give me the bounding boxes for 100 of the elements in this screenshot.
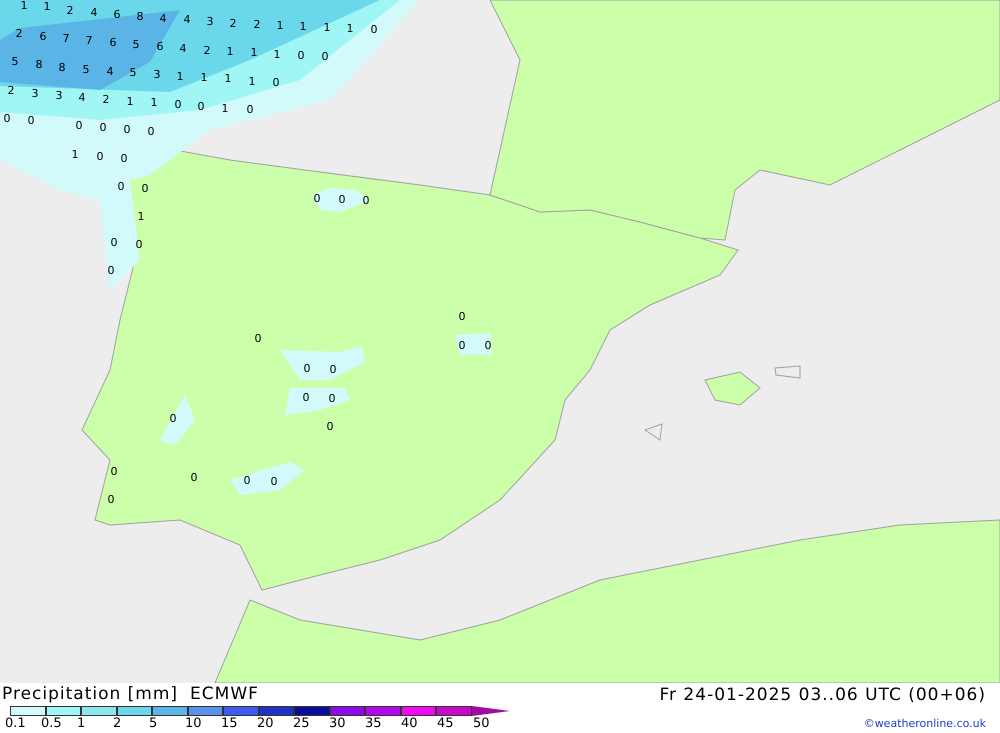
precipitation-value: 4 [180, 42, 186, 55]
precipitation-value: 8 [58, 61, 66, 74]
precipitation-value: 0 [326, 420, 334, 433]
legend-tick-label: 25 [293, 716, 311, 731]
precipitation-value: 0 [246, 103, 254, 116]
precipitation-value: 0 [142, 182, 148, 195]
precipitation-value: 5 [132, 38, 140, 51]
precipitation-value: 0 [110, 236, 118, 249]
precipitation-value: 1 [44, 0, 50, 13]
precipitation-value: 2 [230, 17, 236, 30]
precipitation-value: 0 [174, 98, 182, 111]
precipitation-value: 1 [138, 210, 144, 223]
precipitation-value: 0 [338, 193, 346, 206]
precipitation-value: 1 [224, 72, 232, 85]
precipitation-value: 0 [100, 121, 106, 134]
precipitation-value: 0 [458, 310, 466, 323]
precipitation-value: 2 [254, 18, 260, 31]
precipitation-value: 0 [136, 238, 142, 251]
legend-arrow-icon [472, 706, 510, 716]
precipitation-value: 1 [222, 102, 228, 115]
precipitation-value: 0 [108, 264, 114, 277]
precipitation-area [455, 333, 492, 355]
precipitation-value: 1 [248, 75, 256, 88]
precipitation-value: 3 [154, 68, 160, 81]
precipitation-value: 0 [4, 112, 10, 125]
precipitation-value: 2 [66, 4, 74, 17]
precipitation-value: 1 [324, 21, 330, 34]
precipitation-value: 2 [16, 27, 22, 40]
precipitation-value: 0 [314, 192, 320, 205]
legend-tick-label: 1 [77, 716, 86, 731]
island-shape [774, 365, 800, 379]
precipitation-value: 1 [226, 45, 234, 58]
precipitation-value: 0 [148, 125, 154, 138]
precipitation-value: 0 [124, 123, 130, 136]
precipitation-area [285, 388, 350, 415]
precipitation-value: 0 [198, 100, 204, 113]
precipitation-value: 1 [150, 96, 158, 109]
precipitation-value: 1 [276, 19, 284, 32]
precipitation-value: 0 [108, 493, 114, 506]
legend-tick-label: 20 [257, 716, 275, 731]
precipitation-value: 6 [156, 40, 164, 53]
legend-tick-label: 0.1 [5, 716, 27, 731]
legend-tick-label: 5 [149, 716, 158, 731]
precipitation-value: 4 [106, 65, 114, 78]
precipitation-value: 0 [118, 180, 124, 193]
precipitation-value: 7 [62, 32, 70, 45]
island-shape [644, 423, 663, 441]
precipitation-value: 3 [32, 87, 38, 100]
precipitation-area [312, 188, 370, 212]
precipitation-value: 8 [136, 10, 144, 23]
island-shape [704, 371, 761, 406]
precipitation-value: 0 [110, 465, 118, 478]
precipitation-value: 1 [200, 71, 208, 84]
legend-tick-label: 15 [221, 716, 239, 731]
legend-tick-label: 50 [473, 716, 491, 731]
legend-title: Precipitation [mm] [2, 683, 178, 705]
precipitation-value: 0 [298, 49, 304, 62]
legend-tick-label: 0.5 [41, 716, 63, 731]
precipitation-value: 1 [346, 22, 354, 35]
model-name: ECMWF [190, 683, 259, 705]
precipitation-value: 6 [114, 8, 120, 21]
precipitation-value: 0 [120, 152, 128, 165]
precipitation-value: 5 [82, 63, 90, 76]
forecast-time: Fr 24-01-2025 03..06 UTC (00+06) [660, 684, 986, 707]
precipitation-value: 0 [244, 474, 250, 487]
legend-tick-label: 40 [401, 716, 419, 731]
precipitation-value: 6 [110, 36, 116, 49]
precipitation-value: 0 [190, 471, 198, 484]
precipitation-value: 0 [254, 332, 262, 345]
precipitation-value: 0 [28, 114, 34, 127]
precipitation-value: 1 [250, 46, 258, 59]
precipitation-value: 0 [302, 391, 310, 404]
precipitation-value: 0 [484, 339, 492, 352]
precipitation-value: 2 [204, 44, 210, 57]
precipitation-area [160, 395, 195, 445]
precipitation-value: 5 [12, 55, 18, 68]
precipitation-value: 2 [102, 93, 110, 106]
precipitation-value: 0 [328, 392, 336, 405]
precipitation-value: 1 [176, 70, 184, 83]
precipitation-value: 0 [362, 194, 370, 207]
precipitation-value: 4 [78, 91, 86, 104]
precipitation-value: 0 [170, 412, 176, 425]
precipitation-value: 1 [20, 0, 28, 12]
precipitation-value: 1 [72, 148, 78, 161]
precipitation-value: 0 [270, 475, 278, 488]
precipitation-value: 2 [8, 84, 14, 97]
precipitation-value: 0 [458, 339, 466, 352]
precipitation-value: 1 [126, 95, 134, 108]
precipitation-value: 3 [206, 15, 214, 28]
legend-tick-label: 45 [437, 716, 455, 731]
precipitation-value: 0 [304, 362, 310, 375]
precipitation-value: 7 [86, 34, 92, 47]
precipitation-value: 3 [56, 89, 62, 102]
legend-tick-label: 10 [185, 716, 203, 731]
copyright-link[interactable]: ©weatheronline.co.uk [864, 717, 986, 730]
legend-tick-label: 35 [365, 716, 383, 731]
legend-tick-label: 30 [329, 716, 347, 731]
precipitation-value: 0 [330, 363, 336, 376]
precipitation-value: 1 [274, 48, 280, 61]
precipitation-value: 4 [90, 6, 98, 19]
